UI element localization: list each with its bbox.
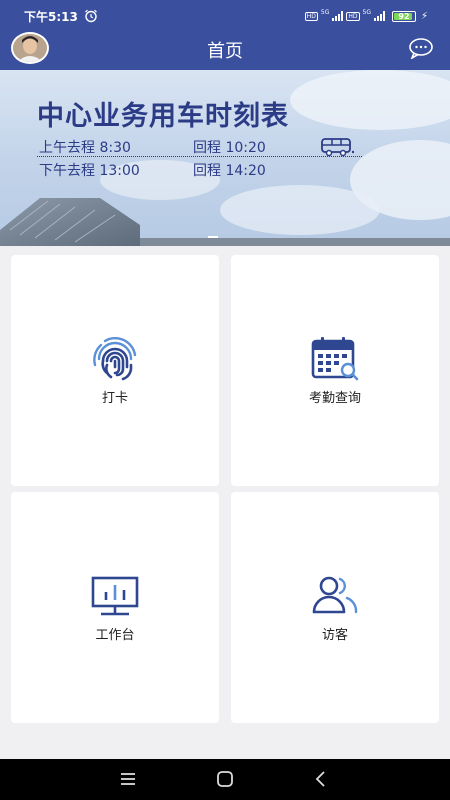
network-label: 5G: [320, 9, 330, 16]
nav-bar: 首页: [0, 32, 450, 70]
tile-workbench[interactable]: 工作台: [11, 492, 219, 723]
schedule-morning-departure: 上午去程 8:30: [39, 140, 131, 156]
banner-title: 中心业务用车时刻表: [37, 101, 289, 132]
page-title: 首页: [207, 41, 243, 62]
tile-attendance-query[interactable]: 考勤查询: [231, 255, 439, 486]
schedule-morning-return: 回程 10:20: [193, 140, 266, 156]
hd-badge-2: HD: [346, 11, 360, 21]
tile-label-attendance-query: 考勤查询: [308, 391, 361, 406]
app-header: 下午5:13 HD 5G HD 5G 92 ⚡ 首页: [0, 0, 450, 70]
shuttle-schedule-banner[interactable]: 中心业务用车时刻表 上午去程 8:30 回程 10:20 下午去程 13:00 …: [0, 70, 450, 246]
tile-visitors[interactable]: 访客: [231, 492, 439, 723]
fingerprint-icon: [93, 336, 137, 381]
network-label-2: 5G: [362, 9, 371, 16]
alarm-clock-icon: [85, 9, 97, 23]
tile-clock-in[interactable]: 打卡: [11, 255, 219, 486]
battery-icon: 92: [391, 10, 416, 22]
back-icon[interactable]: [309, 769, 333, 789]
message-icon[interactable]: [408, 37, 434, 59]
visitors-icon: [312, 576, 358, 614]
charging-icon: ⚡: [420, 10, 428, 22]
signal-icon-2: [373, 11, 385, 21]
banner-pager[interactable]: [208, 236, 218, 238]
signal-icon: [332, 11, 344, 21]
hd-badge: HD: [304, 11, 318, 21]
battery-text: 92: [398, 11, 410, 21]
status-bar: 下午5:13 HD 5G HD 5G 92 ⚡: [0, 0, 450, 32]
monitor-chart-icon: [91, 576, 139, 616]
status-time: 下午5:13: [24, 10, 78, 24]
tile-label-workbench: 工作台: [95, 628, 135, 643]
calendar-search-icon: [311, 337, 359, 381]
home-icon[interactable]: [213, 769, 237, 789]
tile-label-clock-in: 打卡: [101, 391, 128, 406]
pager-dot-active[interactable]: [208, 236, 218, 238]
schedule-afternoon-return: 回程 14:20: [193, 163, 266, 179]
schedule-afternoon-departure: 下午去程 13:00: [39, 163, 140, 179]
schedule-divider: [37, 156, 362, 157]
system-navigation-bar: [0, 759, 450, 800]
status-indicators: HD 5G HD 5G 92 ⚡: [304, 9, 428, 23]
bus-icon: [321, 138, 354, 157]
menu-icon[interactable]: [116, 769, 140, 789]
tile-label-visitors: 访客: [321, 628, 348, 643]
